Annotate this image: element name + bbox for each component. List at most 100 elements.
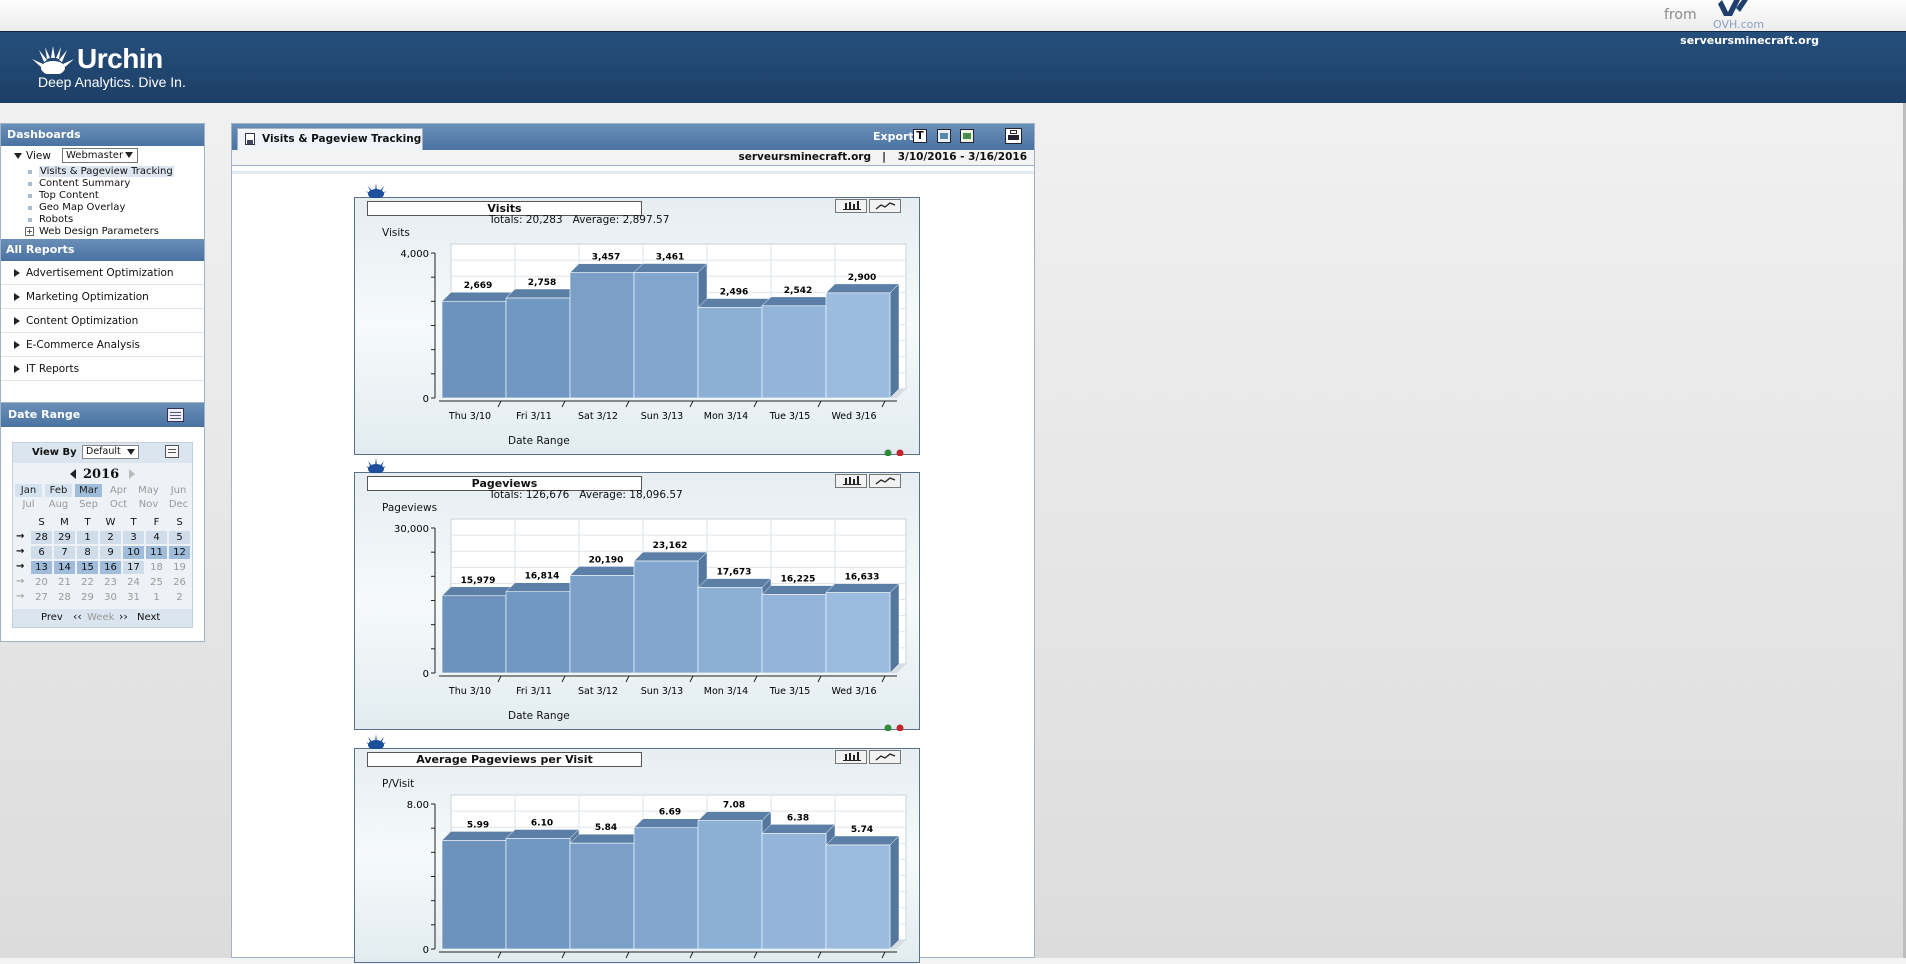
prev-year-icon[interactable] xyxy=(70,469,76,479)
x-tick xyxy=(881,951,886,959)
day-cell[interactable]: 7 xyxy=(54,546,75,559)
report-content[interactable]: Content Optimization xyxy=(1,309,204,333)
report-label: Marketing Optimization xyxy=(26,291,149,303)
report-label: E-Commerce Analysis xyxy=(26,339,141,351)
bar-value-label: 6.38 xyxy=(787,813,809,823)
sidebar-item-label: Top Content xyxy=(39,190,99,201)
prev-week-icon[interactable]: ‹‹ xyxy=(73,610,82,623)
day-cell[interactable]: 12 xyxy=(169,546,190,559)
day-cell[interactable]: 6 xyxy=(31,546,52,559)
week-select-arrow-icon[interactable]: → xyxy=(16,561,24,572)
day-cell[interactable]: 23 xyxy=(100,576,121,589)
day-cell[interactable]: 13 xyxy=(31,561,52,574)
next-link[interactable]: Next xyxy=(137,612,160,623)
day-cell[interactable]: 29 xyxy=(77,591,98,604)
x-tick-label: Wed 3/16 xyxy=(831,411,876,422)
view-select[interactable]: Webmaster xyxy=(62,148,138,163)
month-cell[interactable]: May xyxy=(135,484,162,497)
month-cell[interactable]: Jan xyxy=(15,484,42,497)
day-cell[interactable]: 25 xyxy=(146,576,167,589)
bar-value-label: 3,457 xyxy=(592,253,620,263)
month-cell[interactable]: Jul xyxy=(15,498,42,511)
tab-visits-pageview[interactable]: Visits & Pageview Tracking xyxy=(237,128,423,150)
export-text-icon[interactable]: T xyxy=(913,129,927,143)
day-cell[interactable]: 21 xyxy=(54,576,75,589)
day-cell[interactable]: 8 xyxy=(77,546,98,559)
day-cell[interactable]: 9 xyxy=(100,546,121,559)
day-cell[interactable]: 31 xyxy=(123,591,144,604)
month-cell[interactable]: Oct xyxy=(105,498,132,511)
bar-side xyxy=(889,283,900,399)
dropdown-arrow-icon xyxy=(125,152,133,158)
day-cell[interactable]: 16 xyxy=(100,561,121,574)
day-cell[interactable]: 4 xyxy=(146,531,167,544)
x-tick xyxy=(689,951,694,959)
bar-top xyxy=(761,296,836,307)
report-marketing[interactable]: Marketing Optimization xyxy=(1,285,204,309)
week-select-arrow-icon[interactable]: → xyxy=(16,591,24,602)
print-icon[interactable] xyxy=(1005,128,1022,144)
month-cell[interactable]: Aug xyxy=(45,498,72,511)
sidebar-item-top-content[interactable]: Top Content xyxy=(1,190,204,202)
day-cell[interactable]: 22 xyxy=(77,576,98,589)
calendar-grid-icon[interactable] xyxy=(165,445,179,458)
brand-title: Urchin xyxy=(77,43,163,74)
day-cell[interactable]: 3 xyxy=(123,531,144,544)
all-reports-title: All Reports xyxy=(6,243,75,256)
day-cell[interactable]: 18 xyxy=(146,561,167,574)
report-ecommerce[interactable]: E-Commerce Analysis xyxy=(1,333,204,357)
day-cell[interactable]: 15 xyxy=(77,561,98,574)
report-label: Advertisement Optimization xyxy=(26,267,174,279)
day-cell[interactable]: 5 xyxy=(169,531,190,544)
next-week-icon[interactable]: ›› xyxy=(119,610,128,623)
day-cell[interactable]: 26 xyxy=(169,576,190,589)
month-cell[interactable]: Jun xyxy=(165,484,192,497)
export-excel-icon[interactable] xyxy=(960,129,974,143)
day-cell[interactable]: 11 xyxy=(146,546,167,559)
day-cell[interactable]: 17 xyxy=(123,561,144,574)
day-cell[interactable]: 2 xyxy=(169,591,190,604)
day-cell[interactable]: 24 xyxy=(123,576,144,589)
next-year-icon[interactable] xyxy=(129,469,135,479)
sidebar-item-web-design[interactable]: + Web Design Parameters xyxy=(1,226,204,238)
month-cell[interactable]: Apr xyxy=(105,484,132,497)
day-cell[interactable]: 27 xyxy=(31,591,52,604)
day-cell[interactable]: 28 xyxy=(54,591,75,604)
day-cell[interactable]: 19 xyxy=(169,561,190,574)
report-it[interactable]: IT Reports xyxy=(1,357,204,381)
week-select-arrow-icon[interactable]: → xyxy=(16,576,24,587)
month-cell[interactable]: Mar xyxy=(75,484,102,497)
week-select-arrow-icon[interactable]: → xyxy=(16,531,24,542)
x-tick-label: Mon 3/14 xyxy=(704,411,748,422)
sidebar-item-robots[interactable]: Robots xyxy=(1,214,204,226)
day-cell[interactable]: 30 xyxy=(100,591,121,604)
day-cell[interactable]: 1 xyxy=(146,591,167,604)
sidebar-item-geo-map[interactable]: Geo Map Overlay xyxy=(1,202,204,214)
avg-pageviews-chart: Average Pageviews per Visit P/Visit 8.00 0 5… xyxy=(354,734,920,963)
week-select-arrow-icon[interactable]: → xyxy=(16,546,24,557)
day-cell[interactable]: 1 xyxy=(77,531,98,544)
month-cell[interactable]: Dec xyxy=(165,498,192,511)
chart-badge-icon xyxy=(366,183,386,198)
expand-plus-icon[interactable]: + xyxy=(25,227,34,236)
day-cell[interactable]: 20 xyxy=(31,576,52,589)
report-advertisement[interactable]: Advertisement Optimization xyxy=(1,261,204,285)
prev-link[interactable]: Prev xyxy=(41,612,63,623)
month-cell[interactable]: Sep xyxy=(75,498,102,511)
sidebar-item-content-summary[interactable]: Content Summary xyxy=(1,178,204,190)
pageviews-chart: Pageviews Totals: 126,676 Average: 18,096… xyxy=(354,458,920,731)
view-by-select[interactable]: Default xyxy=(82,445,139,459)
month-cell[interactable]: Nov xyxy=(135,498,162,511)
bar-value-label: 2,542 xyxy=(784,286,812,296)
collapse-arrow-icon[interactable] xyxy=(14,153,22,159)
day-cell[interactable]: 28 xyxy=(31,531,52,544)
day-cell[interactable]: 2 xyxy=(100,531,121,544)
day-cell[interactable]: 29 xyxy=(54,531,75,544)
month-cell[interactable]: Feb xyxy=(45,484,72,497)
sidebar-item-visits-pageview[interactable]: Visits & Pageview Tracking xyxy=(1,166,204,178)
calendar-icon[interactable] xyxy=(167,408,184,422)
day-cell[interactable]: 10 xyxy=(123,546,144,559)
week-link[interactable]: Week xyxy=(87,612,114,623)
export-csv-icon[interactable] xyxy=(937,129,951,143)
day-cell[interactable]: 14 xyxy=(54,561,75,574)
